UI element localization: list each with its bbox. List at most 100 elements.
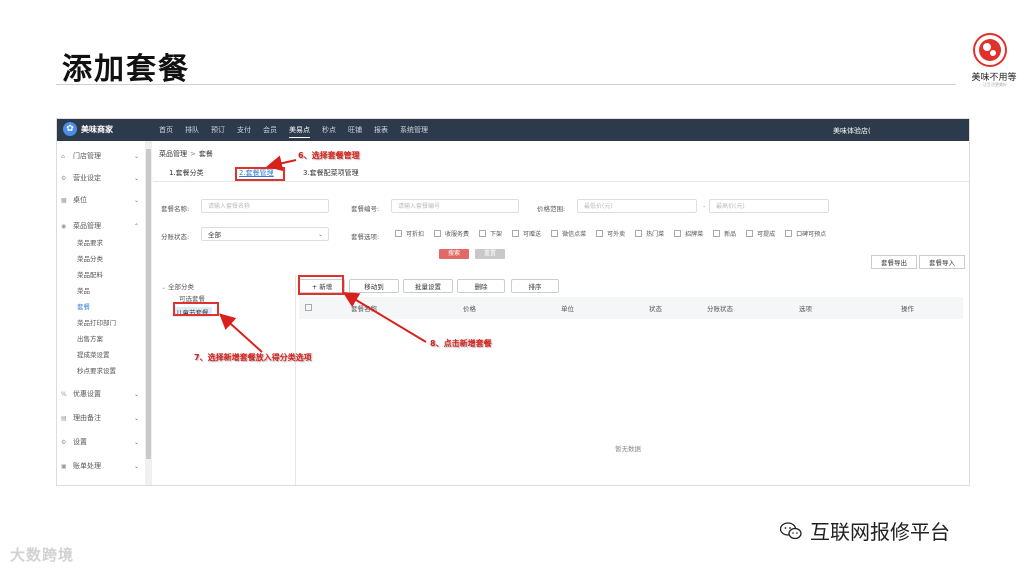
- sidebar: ⌂ 门店管理 ⌄ ⚙ 营业设定 ⌄ ▦ 桌位 ⌄ ◉ 菜品管理 ⌃ 菜品要求 菜…: [57, 141, 143, 485]
- chevron-down-icon: ⌄: [133, 390, 139, 398]
- nav-reports[interactable]: 报表: [374, 119, 388, 141]
- column-header-name[interactable]: 套餐名称: [351, 303, 377, 313]
- checkbox[interactable]: [713, 230, 721, 237]
- column-header-unit[interactable]: 单位: [561, 303, 574, 313]
- column-header-status[interactable]: 状态: [649, 303, 662, 313]
- wechat-account-name: 互联网报修平台: [810, 520, 950, 544]
- sidebar-item-dish-requirements[interactable]: 菜品要求: [77, 237, 103, 247]
- column-header-split-status[interactable]: 分账状态: [707, 303, 733, 313]
- option-new[interactable]: 新品: [713, 229, 736, 238]
- sidebar-group-settings[interactable]: ⚙ 设置 ⌄: [61, 437, 139, 447]
- option-commission[interactable]: 可提成: [746, 229, 775, 238]
- main-nav: 首页 排队 预订 支付 会员 美易点 秒点 旺铺 报表 系统管理: [159, 119, 440, 141]
- sidebar-item-print-dept[interactable]: 菜品打印部门: [77, 317, 116, 327]
- watermark: 大数跨境: [10, 546, 75, 564]
- nav-member[interactable]: 会员: [263, 119, 277, 141]
- move-to-button[interactable]: 移动到: [349, 279, 399, 293]
- logo-text: 美味商家: [81, 124, 113, 134]
- logo-icon: ✿: [63, 122, 77, 136]
- checkbox[interactable]: [479, 230, 487, 237]
- checkbox[interactable]: [434, 230, 442, 237]
- sidebar-item-sale-plans[interactable]: 出售方案: [77, 333, 103, 343]
- option-discountable[interactable]: 可折扣: [395, 229, 424, 238]
- option-koubei-preorder[interactable]: 口碑可预点: [785, 229, 826, 238]
- empty-state-text: 暂无数据: [615, 445, 641, 453]
- sidebar-group-tables[interactable]: ▦ 桌位 ⌄: [61, 195, 139, 205]
- sidebar-item-commission[interactable]: 提成菜设置: [77, 349, 110, 359]
- column-header-price[interactable]: 价格: [463, 303, 476, 313]
- checkbox[interactable]: [596, 230, 604, 237]
- code-filter-label: 套餐编号:: [351, 205, 380, 213]
- checkbox[interactable]: [635, 230, 643, 237]
- highlight-add-button: [298, 275, 344, 295]
- nav-shop[interactable]: 旺铺: [348, 119, 362, 141]
- chevron-down-icon: ⌄: [133, 196, 139, 204]
- checkbox[interactable]: [512, 230, 520, 237]
- search-button[interactable]: 搜索: [439, 249, 469, 259]
- select-all-checkbox[interactable]: [305, 304, 312, 311]
- sidebar-item-set-meals[interactable]: 套餐: [77, 301, 90, 311]
- sidebar-item-quick-order-req[interactable]: 秒点要求设置: [77, 365, 116, 375]
- import-button[interactable]: 套餐导入: [919, 255, 965, 269]
- sidebar-item-dishes[interactable]: 菜品: [77, 285, 90, 295]
- sidebar-group-business[interactable]: ⚙ 营业设定 ⌄: [61, 173, 139, 183]
- sidebar-group-store[interactable]: ⌂ 门店管理 ⌄: [61, 151, 139, 161]
- nav-reservation[interactable]: 预订: [211, 119, 225, 141]
- checkbox[interactable]: [395, 230, 402, 237]
- price-max-input[interactable]: 最高价(元): [709, 199, 829, 213]
- callout-step6: 6、选择套餐管理: [298, 151, 360, 160]
- sidebar-group-bills[interactable]: ▣ 账单处理 ⌄: [61, 461, 139, 471]
- chevron-down-icon: ⌄: [133, 414, 139, 422]
- sidebar-group-notes[interactable]: ▤ 理由备注 ⌄: [61, 413, 139, 423]
- set-meal-name-input[interactable]: 请输入套餐名称: [201, 199, 329, 213]
- reset-button[interactable]: 重置: [475, 249, 505, 259]
- sidebar-scroll-thumb[interactable]: [146, 149, 151, 459]
- option-signature[interactable]: 招牌菜: [674, 229, 703, 238]
- table-body: [299, 319, 963, 485]
- sidebar-group-label: 菜品管理: [73, 222, 101, 230]
- sort-button[interactable]: 排序: [511, 279, 559, 293]
- batch-settings-button[interactable]: 批量设置: [403, 279, 453, 293]
- sidebar-group-label: 优惠设置: [73, 390, 101, 398]
- tab-side-dish-management[interactable]: 3.套餐配菜项管理: [303, 168, 359, 178]
- app-logo[interactable]: ✿ 美味商家: [63, 122, 113, 136]
- nav-quick-order[interactable]: 秒点: [322, 119, 336, 141]
- nav-meiyidian[interactable]: 美易点: [289, 119, 310, 141]
- sidebar-group-label: 账单处理: [73, 462, 101, 470]
- sidebar-item-dish-ingredients[interactable]: 菜品配料: [77, 269, 103, 279]
- sidebar-group-dishes[interactable]: ◉ 菜品管理 ⌃: [61, 221, 139, 231]
- option-takeout[interactable]: 可外卖: [596, 229, 625, 238]
- store-name[interactable]: 美味体验店(: [833, 126, 871, 136]
- tree-root[interactable]: ⌄ 全部分类: [161, 281, 194, 291]
- sidebar-group-discounts[interactable]: % 优惠设置 ⌄: [61, 389, 139, 399]
- checkbox[interactable]: [746, 230, 754, 237]
- breadcrumb: 菜品管理 > 套餐: [159, 150, 213, 158]
- nav-payment[interactable]: 支付: [237, 119, 251, 141]
- price-min-input[interactable]: 最低价(元): [577, 199, 697, 213]
- tab-set-meal-categories[interactable]: 1.套餐分类: [169, 168, 204, 178]
- column-header-actions[interactable]: 操作: [901, 303, 914, 313]
- sidebar-group-label: 门店管理: [73, 152, 101, 160]
- set-meal-code-input[interactable]: 请输入套餐编号: [391, 199, 519, 213]
- nav-system[interactable]: 系统管理: [400, 119, 428, 141]
- option-hot[interactable]: 热门菜: [635, 229, 664, 238]
- status-filter-label: 分账状态:: [161, 233, 190, 241]
- sidebar-item-dish-categories[interactable]: 菜品分类: [77, 253, 103, 263]
- status-select[interactable]: 全部 ⌄: [201, 227, 329, 241]
- option-giftable[interactable]: 可赠送: [512, 229, 541, 238]
- checkbox[interactable]: [674, 230, 682, 237]
- export-button[interactable]: 套餐导出: [871, 255, 917, 269]
- chevron-up-icon: ⌃: [133, 222, 139, 230]
- chevron-down-icon: ⌄: [317, 231, 323, 238]
- delete-button[interactable]: 删除: [457, 279, 505, 293]
- option-off-shelf[interactable]: 下架: [479, 229, 502, 238]
- checkbox[interactable]: [785, 230, 793, 237]
- breadcrumb-item[interactable]: 菜品管理: [159, 150, 187, 158]
- checkbox[interactable]: [551, 230, 559, 237]
- option-service-fee[interactable]: 收服务费: [434, 229, 469, 238]
- nav-home[interactable]: 首页: [159, 119, 173, 141]
- column-header-options[interactable]: 选项: [799, 303, 812, 313]
- option-wechat-order[interactable]: 微信点菜: [551, 229, 586, 238]
- title-divider: [56, 84, 956, 85]
- nav-queue[interactable]: 排队: [185, 119, 199, 141]
